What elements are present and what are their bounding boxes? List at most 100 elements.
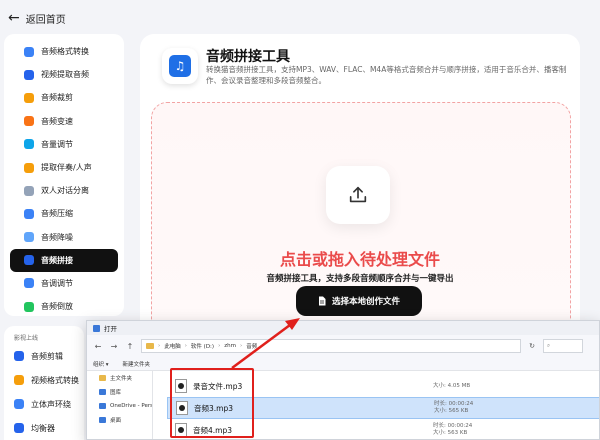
sidebar-item-label: 双人对话分离 [41,186,89,196]
dialog-nav-item[interactable]: 桌面 [87,413,152,427]
sidebar-item[interactable]: 音频拼接 [10,248,118,272]
sidebar-item[interactable]: 音频剪辑 [6,344,82,368]
dialog-nav-label: 图库 [110,390,122,396]
back-label: 返回首页 [25,14,66,26]
breadcrumb-item[interactable]: 软件 (D:) [191,342,214,350]
file-open-dialog: 打开 ← → ↑ › 此电脑 › 软件 (D:) › zhm › 音频 ↻ ⌕ … [86,320,600,440]
dialog-navbar: ← → ↑ › 此电脑 › 软件 (D:) › zhm › 音频 ↻ ⌕ [87,335,599,357]
upload-icon [349,186,367,203]
sidebar-item[interactable]: 音频倒放 [10,295,118,318]
breadcrumb-item[interactable]: 音频 [246,342,257,350]
folder-icon [99,389,106,395]
tool-icon [24,116,34,127]
sidebar-item[interactable]: 音量调节 [10,133,118,156]
sidebar-recommended: 影视上线 音频剪辑视频格式转换 立体声环绕均衡器 [4,326,84,440]
folder-icon [99,375,106,381]
back-to-home-link[interactable]: ← 返回首页 [8,8,66,28]
dialog-nav-pane: 主文件夹图库 OneDrive - Pers 桌面 [87,371,153,439]
folder-icon [146,343,154,349]
sidebar-item[interactable]: 音频格式转换 [10,40,118,63]
sidebar-item-label: 音频变速 [41,116,73,126]
sidebar-item-label: 视频格式转换 [31,375,79,385]
new-folder-button[interactable]: 新建文件夹 [123,360,151,368]
sidebar-item[interactable]: 音频压缩 [10,202,118,225]
up-icon[interactable]: ↑ [125,342,135,351]
dialog-nav-item[interactable]: 图库 [87,385,152,399]
dialog-toolbar: 组织 ▾ 新建文件夹 [87,357,599,371]
folder-icon [99,417,106,423]
tool-icon [24,92,34,103]
tool-icon [14,423,24,433]
sidebar: 音频格式转换视频提取音频 音频裁剪音频变速音量调节提取伴奏/人声 双人对话分离 音频压… [4,34,124,316]
sidebar-item[interactable]: 双人对话分离 [10,179,118,202]
dialog-nav-label: 主文件夹 [110,376,133,382]
refresh-icon[interactable]: ↻ [527,342,537,350]
sidebar-item[interactable]: 音频降噪 [10,226,118,249]
breadcrumb-item[interactable]: 此电脑 [164,342,181,350]
tool-icon [24,301,34,312]
file-meta: 时长: 00:00:24 大小: 563 KB [433,423,472,437]
breadcrumb-item[interactable]: zhm [224,343,236,349]
page-title: 音频拼接工具 [206,49,290,65]
tool-icon [24,232,34,243]
sidebar-item[interactable]: 均衡器 [6,416,82,440]
file-meta-line: 时长: 00:00:24 [434,401,474,407]
tool-icon [14,399,24,409]
sidebar-item-label: 音频降噪 [41,232,73,242]
sidebar-item-label: 音量调节 [41,139,73,149]
tool-icon [24,139,34,150]
back-icon[interactable]: ← [93,342,103,351]
sidebar-item-label: 音频裁剪 [41,93,73,103]
sidebar-item-label: 音频倒放 [41,302,73,312]
search-input[interactable]: ⌕ [543,339,583,353]
sidebar-item[interactable]: 视频提取音频 [10,63,118,86]
music-note-icon: ♫ [169,55,191,77]
dialog-nav-label: OneDrive - Pers [110,403,152,409]
file-meta-line: 时长: 00:00:24 [433,423,473,429]
tool-icon [24,208,34,219]
sidebar-item[interactable]: 提取伴奏/人声 [10,156,118,179]
address-bar[interactable]: › 此电脑 › 软件 (D:) › zhm › 音频 [141,339,521,353]
organize-menu[interactable]: 组织 ▾ [93,360,109,368]
drop-subtitle: 音频拼接工具，支持多段音频顺序合并与一键导出 [266,274,454,284]
app-icon: ♫ [162,48,198,84]
dialog-nav-label: 桌面 [110,418,122,424]
dialog-title: 打开 [104,325,117,333]
sidebar-item[interactable]: 音频变速 [10,110,118,133]
tool-icon [24,255,34,266]
search-icon: ⌕ [547,342,551,349]
file-meta-line: 大小: 563 KB [433,430,468,436]
drop-headline: 点击或拖入待处理文件 [279,250,440,269]
window-logo-icon [93,324,100,332]
dialog-titlebar: 打开 [87,321,599,335]
sidebar-item-label: 立体声环绕 [31,399,71,409]
arrow-left-icon: ← [8,10,20,26]
sidebar-item[interactable]: 音调调节 [10,272,118,295]
file-meta: 大小: 4.05 MB [433,383,470,390]
sidebar-item-label: 音频拼接 [41,255,73,265]
sidebar-item-label: 提取伴奏/人声 [41,163,92,173]
tool-icon [24,162,34,173]
dialog-nav-item[interactable]: 主文件夹 [87,371,152,385]
sidebar-section-title: 影视上线 [14,334,39,342]
file-icon [318,296,326,306]
forward-icon[interactable]: → [109,342,119,351]
dialog-nav-item[interactable]: OneDrive - Pers [87,399,152,413]
select-local-file-button[interactable]: 选择本地创作文件 [296,286,422,316]
upload-button[interactable] [326,166,390,224]
sidebar-item[interactable]: 视频格式转换 [6,368,82,392]
sidebar-item[interactable]: 音频裁剪 [10,86,118,109]
sidebar-item-label: 音频剪辑 [31,351,63,361]
file-meta: 时长: 00:00:24 大小: 565 KB [434,401,473,415]
sidebar-item-label: 均衡器 [31,423,55,433]
tool-icon [24,185,34,196]
folder-icon [99,403,106,409]
sidebar-item-label: 视频提取音频 [41,70,89,80]
file-meta-line: 大小: 565 KB [434,408,469,414]
select-local-file-label: 选择本地创作文件 [331,297,400,307]
sidebar-item-label: 音调调节 [41,278,73,288]
annotation-highlight-box [170,368,254,438]
sidebar-item[interactable]: 立体声环绕 [6,392,82,416]
sidebar-item-label: 音频压缩 [41,209,73,219]
tool-icon [14,375,24,385]
